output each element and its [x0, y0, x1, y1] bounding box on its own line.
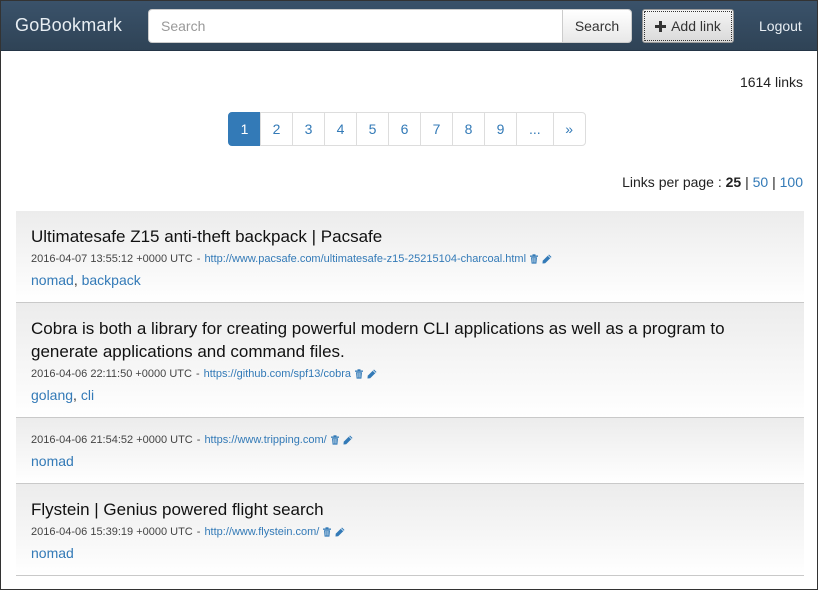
page-2[interactable]: 2 [260, 112, 293, 146]
page-8[interactable]: 8 [452, 112, 485, 146]
page-3[interactable]: 3 [292, 112, 325, 146]
link-separator: - [196, 526, 201, 538]
link-url[interactable]: http://www.pacsafe.com/ultimatesafe-z15-… [204, 251, 526, 267]
search-input[interactable] [148, 9, 563, 43]
link-tags: nomad [31, 451, 789, 471]
link-list: Ultimatesafe Z15 anti-theft backpack | P… [16, 211, 804, 576]
per-page-separator: | [741, 174, 753, 190]
per-page-selector: Links per page : 25 | 50 | 100 [622, 174, 803, 190]
trash-icon[interactable] [529, 254, 539, 264]
page-5[interactable]: 5 [356, 112, 389, 146]
trash-icon[interactable] [322, 527, 332, 537]
link-date: 2016-04-06 22:11:50 +0000 UTC [31, 368, 192, 380]
tag-link[interactable]: nomad [31, 545, 74, 561]
pencil-icon[interactable] [343, 435, 353, 445]
link-meta: 2016-04-06 22:11:50 +0000 UTC - https://gi… [31, 366, 789, 382]
trash-icon[interactable] [330, 435, 340, 445]
add-link-button[interactable]: Add link [642, 9, 734, 43]
tag-link[interactable]: cli [81, 387, 94, 403]
link-url[interactable]: http://www.flystein.com/ [204, 524, 319, 540]
page-4[interactable]: 4 [324, 112, 357, 146]
link-separator: - [196, 434, 201, 446]
logout-link[interactable]: Logout [759, 18, 802, 34]
link-url[interactable]: https://www.tripping.com/ [204, 432, 326, 448]
link-url[interactable]: https://github.com/spf13/cobra [204, 366, 351, 382]
tag-link[interactable]: nomad [31, 272, 74, 288]
trash-icon[interactable] [354, 369, 364, 379]
page-ellipsis[interactable]: ... [516, 112, 554, 146]
tag-comma: , [73, 272, 82, 288]
pagination: 1 2 3 4 5 6 7 8 9...» [228, 112, 586, 146]
link-item: Ultimatesafe Z15 anti-theft backpack | P… [16, 211, 804, 303]
pencil-icon[interactable] [542, 254, 552, 264]
link-tags: nomad [31, 543, 789, 563]
search-button[interactable]: Search [562, 9, 632, 43]
per-page-separator: | [768, 174, 780, 190]
per-page-option-50[interactable]: 50 [753, 174, 769, 190]
tag-comma: , [73, 387, 81, 403]
page-1[interactable]: 1 [228, 112, 261, 146]
per-page-option-100[interactable]: 100 [780, 174, 803, 190]
page-7[interactable]: 7 [420, 112, 453, 146]
link-tags: golang, cli [31, 385, 789, 405]
link-item: Cobra is both a library for creating pow… [16, 303, 804, 418]
pencil-icon[interactable] [335, 527, 345, 537]
link-meta: 2016-04-07 13:55:12 +0000 UTC - http://www… [31, 251, 789, 267]
navbar: GoBookmark Search Add link Logout [1, 1, 817, 51]
link-title: Flystein | Genius powered flight search [31, 500, 324, 519]
brand-logo[interactable]: GoBookmark [15, 15, 122, 36]
link-count: 1614 links [739, 74, 803, 90]
tag-link[interactable]: golang [31, 387, 73, 403]
page-6[interactable]: 6 [388, 112, 421, 146]
add-link-label: Add link [671, 18, 721, 34]
link-date: 2016-04-07 13:55:12 +0000 UTC [31, 253, 193, 265]
link-item: Flystein | Genius powered flight search 2… [16, 484, 804, 576]
pencil-icon[interactable] [367, 369, 377, 379]
link-separator: - [196, 253, 201, 265]
page-next[interactable]: » [552, 112, 586, 146]
per-page-option-25: 25 [725, 174, 742, 190]
link-separator: - [195, 368, 200, 380]
link-date: 2016-04-06 21:54:52 +0000 UTC [31, 434, 193, 446]
page-9[interactable]: 9 [484, 112, 517, 146]
link-title: Cobra is both a library for creating pow… [31, 319, 725, 361]
tag-link[interactable]: nomad [31, 453, 74, 469]
link-date: 2016-04-06 15:39:19 +0000 UTC [31, 526, 193, 538]
per-page-label: Links per page : [622, 174, 726, 190]
link-meta: 2016-04-06 21:54:52 +0000 UTC - https://ww… [31, 432, 789, 448]
link-title: Ultimatesafe Z15 anti-theft backpack | P… [31, 227, 383, 246]
plus-icon [655, 20, 667, 32]
link-item: 2016-04-06 21:54:52 +0000 UTC - https://ww… [16, 418, 804, 484]
tag-link[interactable]: backpack [82, 272, 141, 288]
search-button-label: Search [574, 18, 620, 34]
link-tags: nomad, backpack [31, 270, 789, 290]
link-meta: 2016-04-06 15:39:19 +0000 UTC - http://www… [31, 524, 789, 540]
